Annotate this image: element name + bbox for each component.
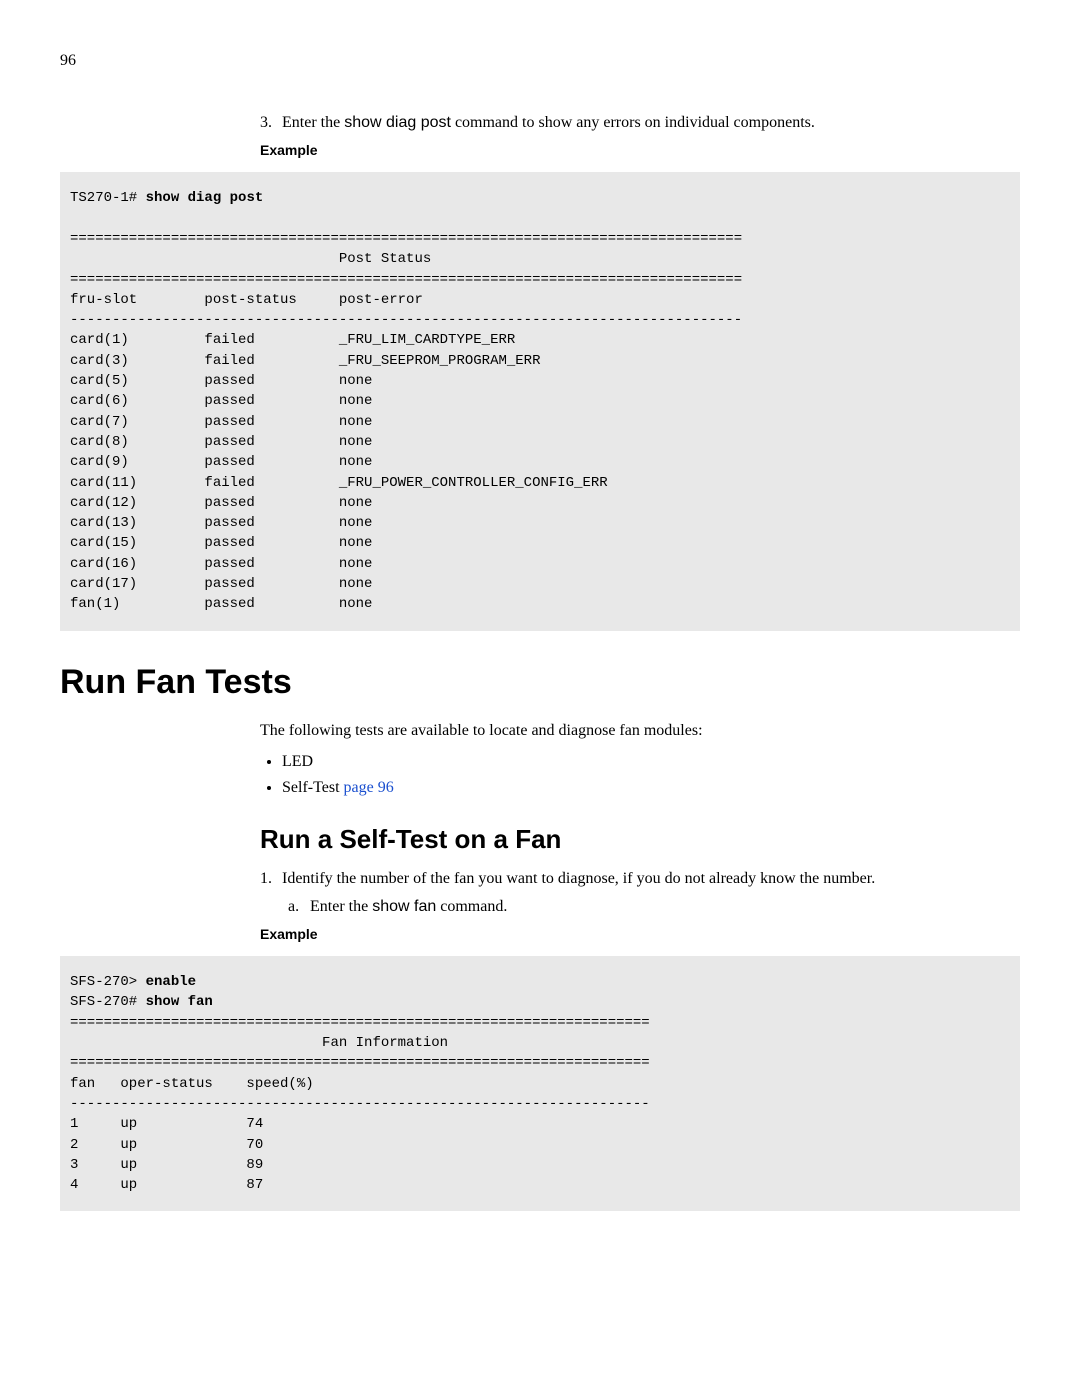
- example-label: Example: [260, 925, 1020, 945]
- example-label: Example: [260, 141, 1020, 161]
- page-number: 96: [60, 50, 1020, 72]
- code-block-fan-info: SFS-270> enable SFS-270# show fan ======…: [60, 956, 1020, 1211]
- cli-output: ========================================…: [70, 1015, 650, 1193]
- fan-tests-intro-block: The following tests are available to loc…: [260, 720, 1020, 799]
- cli-output: ========================================…: [70, 231, 742, 612]
- page-link[interactable]: page 96: [344, 779, 394, 796]
- substep-text-post: command.: [436, 898, 507, 915]
- tests-list: LED Self-Test page 96: [282, 751, 1020, 800]
- step-text-post: command to show any errors on individual…: [451, 114, 815, 131]
- substep-a: a. Enter the show fan command.: [288, 896, 1020, 918]
- step-number: 3.: [260, 112, 282, 134]
- list-item-text: Self-Test: [282, 779, 344, 796]
- cli-prompt: SFS-270#: [70, 994, 146, 1010]
- cli-prompt: SFS-270>: [70, 974, 146, 990]
- step-text-pre: Enter the: [282, 114, 344, 131]
- step-number: 1.: [260, 868, 282, 890]
- inline-command: show fan: [372, 898, 436, 915]
- cli-command: show fan: [146, 994, 213, 1010]
- substep-text-pre: Enter the: [310, 898, 372, 915]
- step-text: Identify the number of the fan you want …: [282, 868, 875, 890]
- cli-command: enable: [146, 974, 196, 990]
- inline-command: show diag post: [344, 114, 451, 131]
- step-text: Enter the show diag post command to show…: [282, 112, 815, 134]
- list-item: Self-Test page 96: [282, 777, 1020, 799]
- cli-prompt: TS270-1#: [70, 190, 146, 206]
- cli-command: show diag post: [146, 190, 264, 206]
- self-test-section: Run a Self-Test on a Fan 1. Identify the…: [260, 821, 1020, 944]
- step-1: 1. Identify the number of the fan you wa…: [260, 868, 1020, 890]
- substep-text: Enter the show fan command.: [310, 896, 507, 918]
- step-3: 3. Enter the show diag post command to s…: [260, 112, 1020, 134]
- heading-run-fan-tests: Run Fan Tests: [60, 659, 1020, 707]
- code-block-post-status: TS270-1# show diag post ================…: [60, 172, 1020, 630]
- step-3-block: 3. Enter the show diag post command to s…: [260, 112, 1020, 160]
- heading-run-self-test: Run a Self-Test on a Fan: [260, 821, 1020, 857]
- intro-paragraph: The following tests are available to loc…: [260, 720, 1020, 742]
- list-item: LED: [282, 751, 1020, 773]
- substep-number: a.: [288, 896, 310, 918]
